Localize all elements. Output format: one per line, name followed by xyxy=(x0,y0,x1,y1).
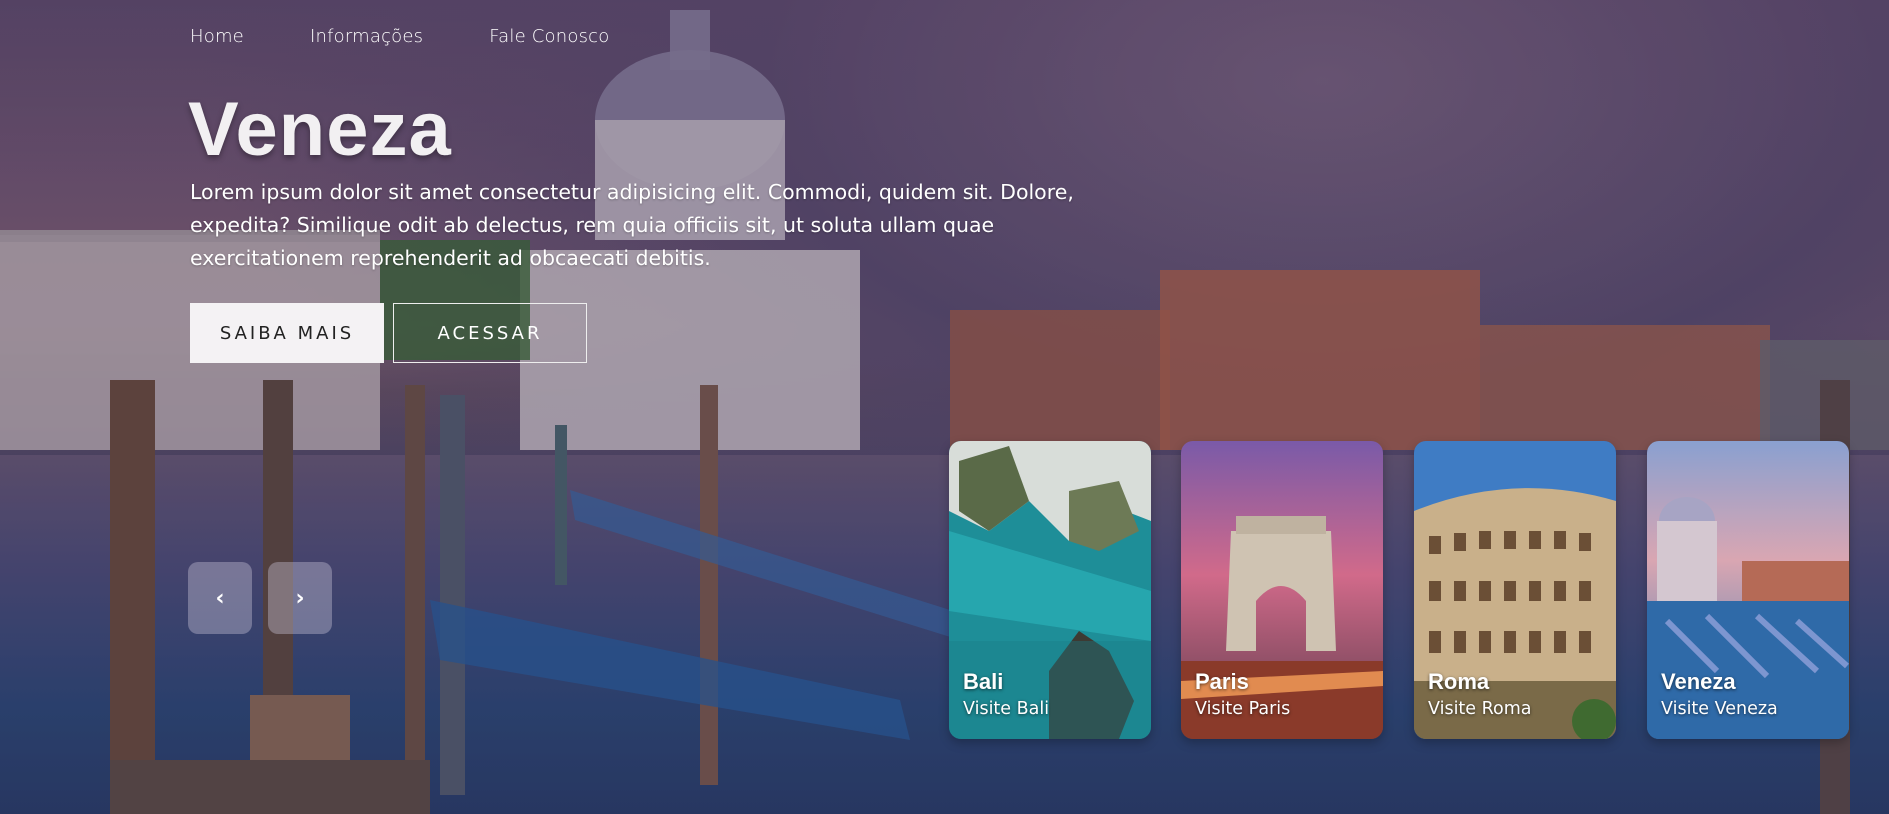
card-subtitle: Visite Veneza xyxy=(1661,699,1778,719)
nav-home[interactable]: Home xyxy=(190,26,244,47)
next-slide-button[interactable]: › xyxy=(268,562,332,634)
hero-description: Lorem ipsum dolor sit amet consectetur a… xyxy=(190,180,1074,270)
destination-card-roma[interactable]: Roma Visite Roma xyxy=(1414,441,1616,739)
card-title: Veneza xyxy=(1661,669,1736,694)
chevron-right-icon: › xyxy=(295,585,305,611)
destination-card-paris[interactable]: Paris Visite Paris xyxy=(1181,441,1383,739)
destination-card-bali[interactable]: Bali Visite Bali xyxy=(949,441,1151,739)
nav-informacoes[interactable]: Informações xyxy=(310,26,423,47)
card-subtitle: Visite Paris xyxy=(1195,699,1291,719)
hero-title: Veneza xyxy=(188,87,452,172)
card-title: Bali xyxy=(963,669,1004,694)
destination-card-veneza[interactable]: Veneza Visite Veneza xyxy=(1647,441,1849,739)
card-subtitle: Visite Roma xyxy=(1428,699,1532,719)
card-subtitle: Visite Bali xyxy=(963,699,1050,719)
main-nav: Home Informações Fale Conosco xyxy=(190,26,675,47)
prev-slide-button[interactable]: ‹ xyxy=(188,562,252,634)
chevron-left-icon: ‹ xyxy=(215,585,225,611)
nav-fale-conosco[interactable]: Fale Conosco xyxy=(489,26,609,47)
acessar-button[interactable]: ACESSAR xyxy=(393,303,587,363)
card-title: Paris xyxy=(1195,669,1249,694)
card-title: Roma xyxy=(1428,669,1490,694)
saiba-mais-button[interactable]: SAIBA MAIS xyxy=(190,303,384,363)
